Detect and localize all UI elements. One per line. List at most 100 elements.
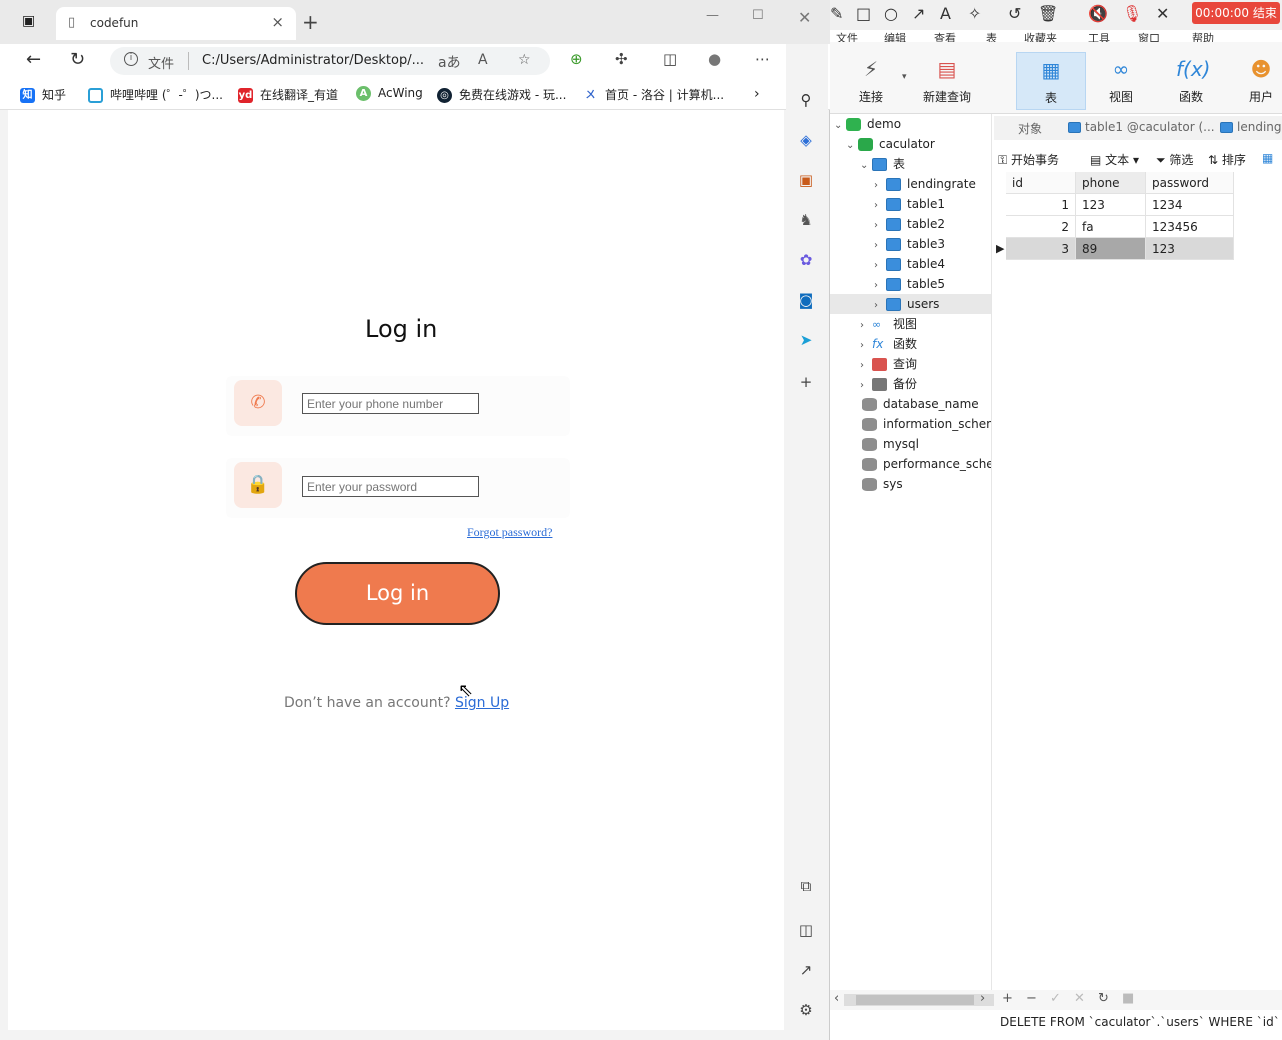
open-external-icon[interactable]: ↗ (796, 960, 816, 980)
pen-icon[interactable]: ✎ (830, 4, 843, 23)
phone-input[interactable] (302, 393, 479, 414)
tree-database-closed[interactable]: database_name (862, 394, 979, 414)
mic-mute-icon[interactable]: 🎙 (1122, 4, 1142, 23)
chevron-right-icon[interactable]: › (860, 316, 872, 336)
microsoft-365-icon[interactable]: ✿ (796, 250, 816, 270)
read-aloud-icon[interactable]: A (478, 52, 488, 68)
new-tab-icon[interactable]: + (302, 10, 319, 34)
chevron-down-icon[interactable]: ⌄ (834, 116, 846, 136)
tree-table-selected[interactable]: › users (830, 294, 991, 316)
chevron-right-icon[interactable]: › (874, 256, 886, 276)
recorder-stop-button[interactable]: 00:00:00 结束 (1192, 2, 1280, 24)
refresh-icon[interactable]: ↻ (70, 49, 85, 70)
ellipse-icon[interactable]: ○ (884, 4, 898, 23)
add-icon[interactable]: + (796, 372, 816, 392)
tab-table1[interactable]: table1 @caculator (... (1068, 120, 1215, 134)
tree-database-closed[interactable]: information_schem (862, 414, 991, 434)
cell-id[interactable]: 3 (1006, 238, 1076, 260)
extension-add-icon[interactable]: ⊕ (570, 50, 583, 68)
text-button[interactable]: ▤ 文本 ▾ (1090, 151, 1139, 168)
maximize-icon[interactable]: ☐ (752, 8, 764, 23)
close-tab-icon[interactable]: × (271, 13, 284, 31)
tab-lending[interactable]: lending (1220, 120, 1282, 134)
login-button[interactable]: Log in (295, 562, 500, 625)
rectangle-icon[interactable]: □ (856, 4, 871, 23)
cell-id[interactable]: 2 (1006, 216, 1076, 238)
tree-views-folder[interactable]: › ∞ 视图 (860, 314, 917, 334)
bookmark-bilibili[interactable]: 哔哩哔哩 (゜-゜)つ... (88, 86, 223, 103)
dropdown-arrow-icon[interactable]: ▾ (902, 72, 907, 82)
info-icon[interactable]: i (124, 52, 138, 66)
tree-table[interactable]: › table4 (874, 254, 945, 274)
stop-icon[interactable]: ■ (1122, 991, 1134, 1006)
minimize-icon[interactable]: — (706, 8, 719, 23)
bookmark-games[interactable]: ◎ 免费在线游戏 - 玩... (437, 86, 566, 103)
apply-check-icon[interactable]: ✓ (1050, 991, 1061, 1006)
tools-briefcase-icon[interactable]: ▣ (796, 170, 816, 190)
tree-database[interactable]: ⌄ caculator (846, 134, 935, 154)
chevron-right-icon[interactable]: › (874, 176, 886, 196)
grid-view-icon[interactable]: ▦ (1262, 151, 1273, 165)
tree-queries-folder[interactable]: › 查询 (860, 354, 917, 374)
bookmark-luogu[interactable]: ㄨ首页 - 洛谷 | 计算机... (583, 86, 724, 103)
split-screen-icon[interactable]: ◫ (663, 50, 677, 68)
chevron-right-icon[interactable]: › (874, 216, 886, 236)
screenshot-icon[interactable]: ⧉ (796, 876, 816, 896)
sort-button[interactable]: ⇅ 排序 (1208, 151, 1246, 168)
favorite-star-icon[interactable]: ☆ (518, 52, 531, 68)
browser-tab[interactable]: ▯ codefun × (56, 7, 296, 40)
connect-button[interactable]: ⚡ 连接 (836, 52, 906, 110)
tree-database-closed[interactable]: mysql (862, 434, 919, 454)
close-window-icon[interactable]: ✕ (798, 8, 811, 27)
password-input[interactable] (302, 476, 479, 497)
tab-actions-icon[interactable]: ▣ (22, 13, 35, 29)
chevron-right-icon[interactable]: › (874, 236, 886, 256)
settings-gear-icon[interactable]: ⚙ (796, 1000, 816, 1020)
column-header-id[interactable]: id (1006, 172, 1076, 194)
cell-password[interactable]: 123456 (1146, 216, 1234, 238)
tree-table[interactable]: › table5 (874, 274, 945, 294)
speaker-mute-icon[interactable]: 🔇 (1088, 4, 1108, 23)
undo-icon[interactable]: ↺ (1008, 4, 1021, 23)
chevron-right-icon[interactable]: › (860, 376, 872, 396)
tree-table[interactable]: › table1 (874, 194, 945, 214)
functions-button[interactable]: f(x) 函数 (1156, 52, 1226, 110)
chevron-right-icon[interactable]: › (860, 336, 872, 356)
translate-icon[interactable]: aあ (438, 52, 461, 72)
cell-phone[interactable]: fa (1076, 216, 1146, 238)
scroll-right-icon[interactable]: › (980, 991, 985, 1006)
scroll-left-icon[interactable]: ‹ (834, 991, 839, 1006)
send-icon[interactable]: ➤ (796, 330, 816, 350)
bookmark-acwing[interactable]: A AcWing (356, 86, 423, 101)
magic-wand-icon[interactable]: ✧ (968, 4, 981, 23)
chevron-right-icon[interactable]: › (874, 296, 886, 316)
tree-table[interactable]: › table3 (874, 234, 945, 254)
games-icon[interactable]: ♞ (796, 210, 816, 230)
cell-password[interactable]: 1234 (1146, 194, 1234, 216)
bookmarks-more-icon[interactable]: › (754, 86, 760, 102)
users-button[interactable]: ☻ 用户 (1226, 52, 1282, 110)
shopping-tag-icon[interactable]: ◈ (796, 130, 816, 150)
back-icon[interactable]: ← (26, 49, 41, 70)
delete-record-icon[interactable]: − (1026, 991, 1037, 1006)
chevron-down-icon[interactable]: ⌄ (860, 156, 872, 176)
bookmark-zhihu[interactable]: 知知乎 (20, 86, 66, 103)
address-bar[interactable]: i 文件 C:/Users/Administrator/Desktop/... … (110, 47, 550, 75)
tree-connection[interactable]: ⌄ demo (834, 114, 901, 134)
column-header-password[interactable]: password (1146, 172, 1234, 194)
forgot-password-link[interactable]: Forgot password? (467, 525, 552, 540)
tree-database-closed[interactable]: sys (862, 474, 903, 494)
scrollbar-thumb[interactable] (856, 995, 974, 1005)
new-query-button[interactable]: ▤ 新建查询 (912, 52, 982, 110)
tree-backup-folder[interactable]: › 备份 (860, 374, 917, 394)
column-header-phone[interactable]: phone (1076, 172, 1146, 194)
arrow-icon[interactable]: ↗ (912, 4, 925, 23)
discard-x-icon[interactable]: ✕ (1074, 991, 1085, 1006)
chevron-down-icon[interactable]: ⌄ (846, 136, 858, 156)
views-button[interactable]: ∞ 视图 (1086, 52, 1156, 110)
text-tool-icon[interactable]: A (940, 4, 951, 23)
tree-table[interactable]: › lendingrate (874, 174, 976, 194)
cell-password[interactable]: 123 (1146, 238, 1234, 260)
bookmark-youdao[interactable]: yd 在线翻译_有道 (238, 86, 338, 103)
tree-database-closed[interactable]: performance_schei (862, 454, 991, 474)
